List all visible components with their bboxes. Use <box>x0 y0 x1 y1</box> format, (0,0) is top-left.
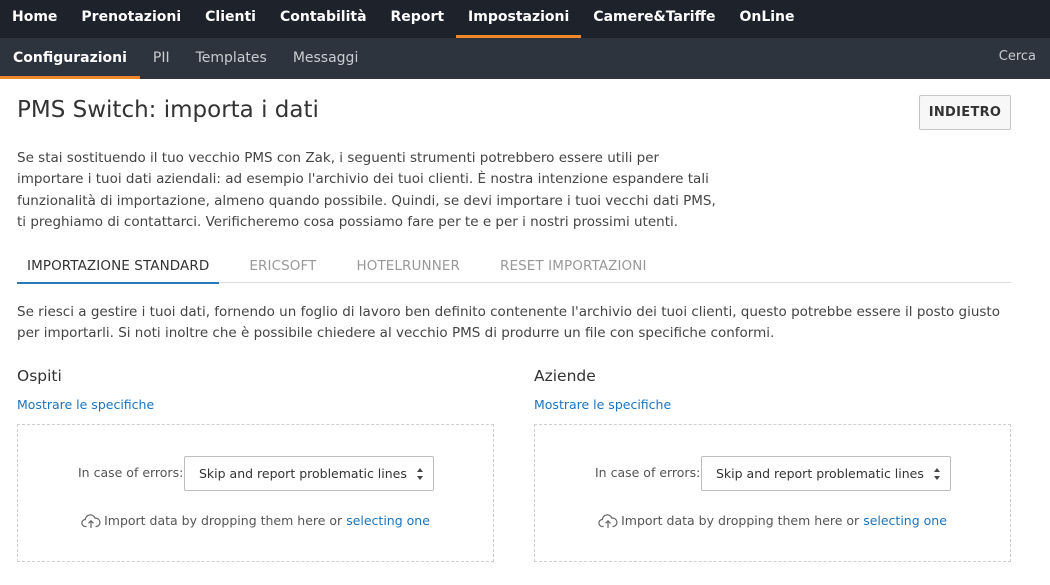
topnav-item-report[interactable]: Report <box>379 0 457 38</box>
topnav-item-contabilita[interactable]: Contabilità <box>268 0 379 38</box>
page-title: PMS Switch: importa i dati <box>17 97 319 123</box>
error-handling-select[interactable]: Skip and report problematic lines <box>184 456 434 491</box>
drop-instructions: Import data by dropping them here or sel… <box>535 513 1010 529</box>
subnav-item-pii[interactable]: PII <box>140 38 183 79</box>
topnav-item-impostazioni[interactable]: Impostazioni <box>456 0 582 38</box>
select-value: Skip and report problematic lines <box>716 466 924 481</box>
select-file-link[interactable]: selecting one <box>863 513 947 528</box>
cloud-upload-icon <box>81 514 101 528</box>
topnav-item-camere-tariffe[interactable]: Camere&Tariffe <box>581 0 727 38</box>
back-button[interactable]: INDIETRO <box>919 95 1011 130</box>
error-handling-select[interactable]: Skip and report problematic lines <box>701 456 951 491</box>
top-navigation: Home Prenotazioni Clienti Contabilità Re… <box>0 0 1050 38</box>
intro-text: Se stai sostituendo il tuo vecchio PMS c… <box>17 150 716 230</box>
topnav-item-home[interactable]: Home <box>0 0 69 38</box>
error-handling-label: In case of errors: <box>78 465 184 480</box>
subnav-item-configurazioni[interactable]: Configurazioni <box>0 38 140 79</box>
tab-description: Se riesci a gestire i tuoi dati, fornend… <box>17 304 1000 342</box>
topnav-item-online[interactable]: OnLine <box>727 0 806 38</box>
search-link[interactable]: Cerca <box>999 38 1036 76</box>
panel-title-ospiti: Ospiti <box>17 367 62 385</box>
error-handling-label: In case of errors: <box>595 465 701 480</box>
tab-importazione-standard[interactable]: IMPORTAZIONE STANDARD <box>17 253 220 284</box>
topnav-item-prenotazioni[interactable]: Prenotazioni <box>69 0 193 38</box>
drop-instructions: Import data by dropping them here or sel… <box>18 513 493 529</box>
topnav-item-clienti[interactable]: Clienti <box>193 0 268 38</box>
dropzone-ospiti[interactable]: In case of errors: Skip and report probl… <box>17 424 494 562</box>
select-file-link[interactable]: selecting one <box>346 513 430 528</box>
dropzone-aziende[interactable]: In case of errors: Skip and report probl… <box>534 424 1011 562</box>
drop-text: Import data by dropping them here or <box>104 513 343 528</box>
show-specs-link-aziende[interactable]: Mostrare le specifiche <box>534 397 671 412</box>
select-arrows-icon <box>417 468 423 480</box>
sub-navigation: Configurazioni PII Templates Messaggi Ce… <box>0 38 1050 79</box>
select-value: Skip and report problematic lines <box>199 466 407 481</box>
tab-hotelrunner[interactable]: HOTELRUNNER <box>346 253 470 283</box>
panel-title-aziende: Aziende <box>534 367 596 385</box>
cloud-upload-icon <box>598 514 618 528</box>
select-arrows-icon <box>934 468 940 480</box>
import-tabs: IMPORTAZIONE STANDARD ERICSOFT HOTELRUNN… <box>17 253 1011 284</box>
drop-text: Import data by dropping them here or <box>621 513 860 528</box>
subnav-item-templates[interactable]: Templates <box>183 38 280 79</box>
show-specs-link-ospiti[interactable]: Mostrare le specifiche <box>17 397 154 412</box>
subnav-item-messaggi[interactable]: Messaggi <box>280 38 372 79</box>
tab-reset-importazioni[interactable]: RESET IMPORTAZIONI <box>490 253 657 283</box>
tab-ericsoft[interactable]: ERICSOFT <box>239 253 326 283</box>
